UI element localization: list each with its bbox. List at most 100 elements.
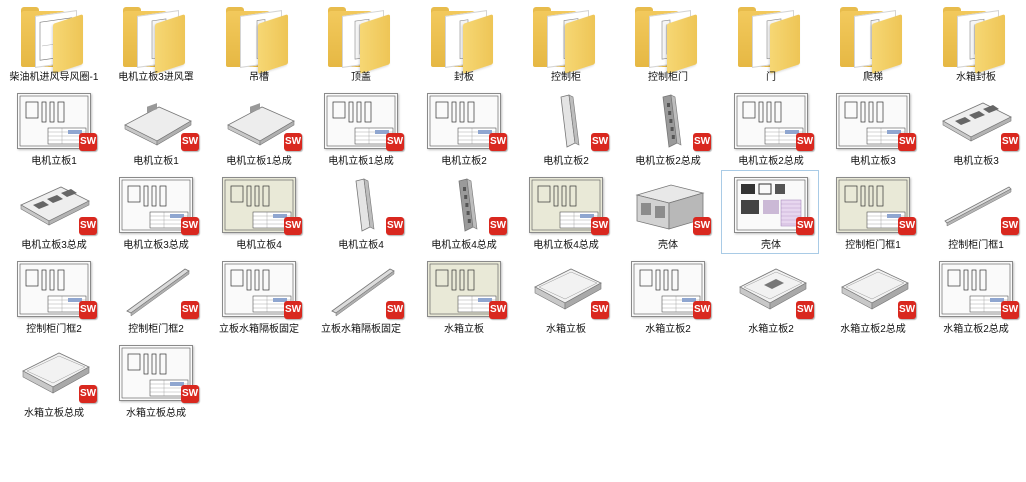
solidworks-badge-icon: SW <box>386 217 404 235</box>
item-label: 电机立板2总成 <box>635 156 701 167</box>
solidworks-drawing-icon: SW <box>115 341 199 405</box>
solidworks-part-icon: SW <box>935 173 1019 237</box>
item-label: 电机立板2 <box>543 156 589 167</box>
solidworks-badge-icon: SW <box>284 301 302 319</box>
item-label: 水箱立板2 <box>748 324 794 335</box>
item-label: 电机立板1 <box>31 156 77 167</box>
folder-item[interactable]: 封板 <box>414 2 512 86</box>
file-item[interactable]: SW 壳体 <box>721 170 819 254</box>
file-item[interactable]: SW 电机立板2总成 <box>721 86 819 170</box>
folder-item[interactable]: 控制柜 <box>516 2 614 86</box>
file-item[interactable]: SW 电机立板1总成 <box>311 86 409 170</box>
file-item[interactable]: SW 水箱立板2 <box>618 254 716 338</box>
file-item[interactable]: SW 电机立板1 <box>106 86 204 170</box>
item-label: 水箱立板2总成 <box>943 324 1009 335</box>
solidworks-badge-icon: SW <box>181 385 199 403</box>
item-label: 电机立板2 <box>441 156 487 167</box>
solidworks-badge-icon: SW <box>898 217 916 235</box>
item-label: 门 <box>766 72 776 83</box>
file-item[interactable]: SW 电机立板4 <box>209 170 307 254</box>
file-item[interactable]: SW 控制柜门框1 <box>926 170 1024 254</box>
file-item[interactable]: SW 水箱立板2 <box>721 254 819 338</box>
folder-item[interactable]: 吊槽 <box>209 2 307 86</box>
solidworks-drawing-icon: SW <box>13 257 97 321</box>
solidworks-drawing-icon: SW <box>730 173 814 237</box>
item-label: 电机立板4总成 <box>533 240 599 251</box>
file-item[interactable]: SW 控制柜门框2 <box>4 254 102 338</box>
solidworks-badge-icon: SW <box>796 301 814 319</box>
solidworks-drawing-icon: SW <box>13 89 97 153</box>
solidworks-badge-icon: SW <box>693 217 711 235</box>
folder-item[interactable]: 顶盖 <box>311 2 409 86</box>
item-label: 电机立板1总成 <box>226 156 292 167</box>
file-item[interactable]: SW 立板水箱隔板固定 <box>209 254 307 338</box>
folder-icon <box>935 5 1019 74</box>
solidworks-part-icon: SW <box>115 89 199 153</box>
item-label: 立板水箱隔板固定 <box>321 324 401 335</box>
solidworks-drawing-icon: SW <box>320 89 404 153</box>
file-item[interactable]: SW 电机立板4总成 <box>414 170 512 254</box>
item-label: 电机立板1 <box>133 156 179 167</box>
file-item[interactable]: SW 电机立板3总成 <box>106 170 204 254</box>
item-label: 电机立板4总成 <box>431 240 497 251</box>
file-item[interactable]: SW 控制柜门框2 <box>106 254 204 338</box>
solidworks-badge-icon: SW <box>489 301 507 319</box>
solidworks-badge-icon: SW <box>693 301 711 319</box>
file-item[interactable]: SW 水箱立板总成 <box>106 338 204 422</box>
file-item[interactable]: SW 电机立板2 <box>414 86 512 170</box>
file-item[interactable]: SW 电机立板3总成 <box>4 170 102 254</box>
folder-item[interactable]: 爬梯 <box>823 2 921 86</box>
file-item[interactable]: SW 电机立板3 <box>926 86 1024 170</box>
solidworks-assembly-icon: SW <box>832 257 916 321</box>
folder-item[interactable]: 柴油机进风导风圈-1 <box>4 2 102 86</box>
solidworks-badge-icon: SW <box>79 133 97 151</box>
file-item[interactable]: SW 电机立板4 <box>311 170 409 254</box>
item-label: 电机立板3总成 <box>123 240 189 251</box>
file-item[interactable]: SW 电机立板2总成 <box>618 86 716 170</box>
folder-icon <box>627 5 711 74</box>
file-item[interactable]: SW 水箱立板 <box>516 254 614 338</box>
item-label: 水箱立板总成 <box>126 408 186 419</box>
file-item[interactable]: SW 水箱立板总成 <box>4 338 102 422</box>
solidworks-assembly-icon: SW <box>627 173 711 237</box>
item-label: 控制柜门框2 <box>26 324 82 335</box>
solidworks-drawing-icon: SW <box>218 257 302 321</box>
solidworks-badge-icon: SW <box>796 217 814 235</box>
solidworks-part-icon: SW <box>525 257 609 321</box>
folder-item[interactable]: 水箱封板 <box>926 2 1024 86</box>
item-label: 水箱立板总成 <box>24 408 84 419</box>
item-label: 电机立板3 <box>850 156 896 167</box>
solidworks-badge-icon: SW <box>489 133 507 151</box>
file-item[interactable]: SW 电机立板2 <box>516 86 614 170</box>
file-item[interactable]: SW 电机立板3 <box>823 86 921 170</box>
folder-icon <box>13 5 97 74</box>
solidworks-drawing-icon: SW <box>218 173 302 237</box>
file-item[interactable]: SW 电机立板1总成 <box>209 86 307 170</box>
solidworks-drawing-icon: SW <box>832 173 916 237</box>
item-label: 电机立板3进风罩 <box>118 72 194 83</box>
solidworks-badge-icon: SW <box>284 217 302 235</box>
file-item[interactable]: SW 水箱立板 <box>414 254 512 338</box>
solidworks-badge-icon: SW <box>591 133 609 151</box>
solidworks-drawing-icon: SW <box>423 89 507 153</box>
item-label: 立板水箱隔板固定 <box>219 324 299 335</box>
folder-item[interactable]: 电机立板3进风罩 <box>106 2 204 86</box>
solidworks-badge-icon: SW <box>693 133 711 151</box>
file-item[interactable]: SW 电机立板4总成 <box>516 170 614 254</box>
file-item[interactable]: SW 水箱立板2总成 <box>823 254 921 338</box>
item-label: 电机立板3 <box>953 156 999 167</box>
item-label: 电机立板1总成 <box>328 156 394 167</box>
solidworks-badge-icon: SW <box>1001 133 1019 151</box>
solidworks-assembly-icon: SW <box>627 89 711 153</box>
folder-item[interactable]: 控制柜门 <box>618 2 716 86</box>
folder-item[interactable]: 门 <box>721 2 819 86</box>
file-item[interactable]: SW 控制柜门框1 <box>823 170 921 254</box>
file-item[interactable]: SW 水箱立板2总成 <box>926 254 1024 338</box>
file-item[interactable]: SW 壳体 <box>618 170 716 254</box>
item-label: 水箱立板 <box>546 324 586 335</box>
file-item[interactable]: SW 电机立板1 <box>4 86 102 170</box>
item-label: 水箱立板2 <box>645 324 691 335</box>
item-label: 控制柜 <box>551 72 581 83</box>
solidworks-badge-icon: SW <box>591 217 609 235</box>
file-item[interactable]: SW 立板水箱隔板固定 <box>311 254 409 338</box>
